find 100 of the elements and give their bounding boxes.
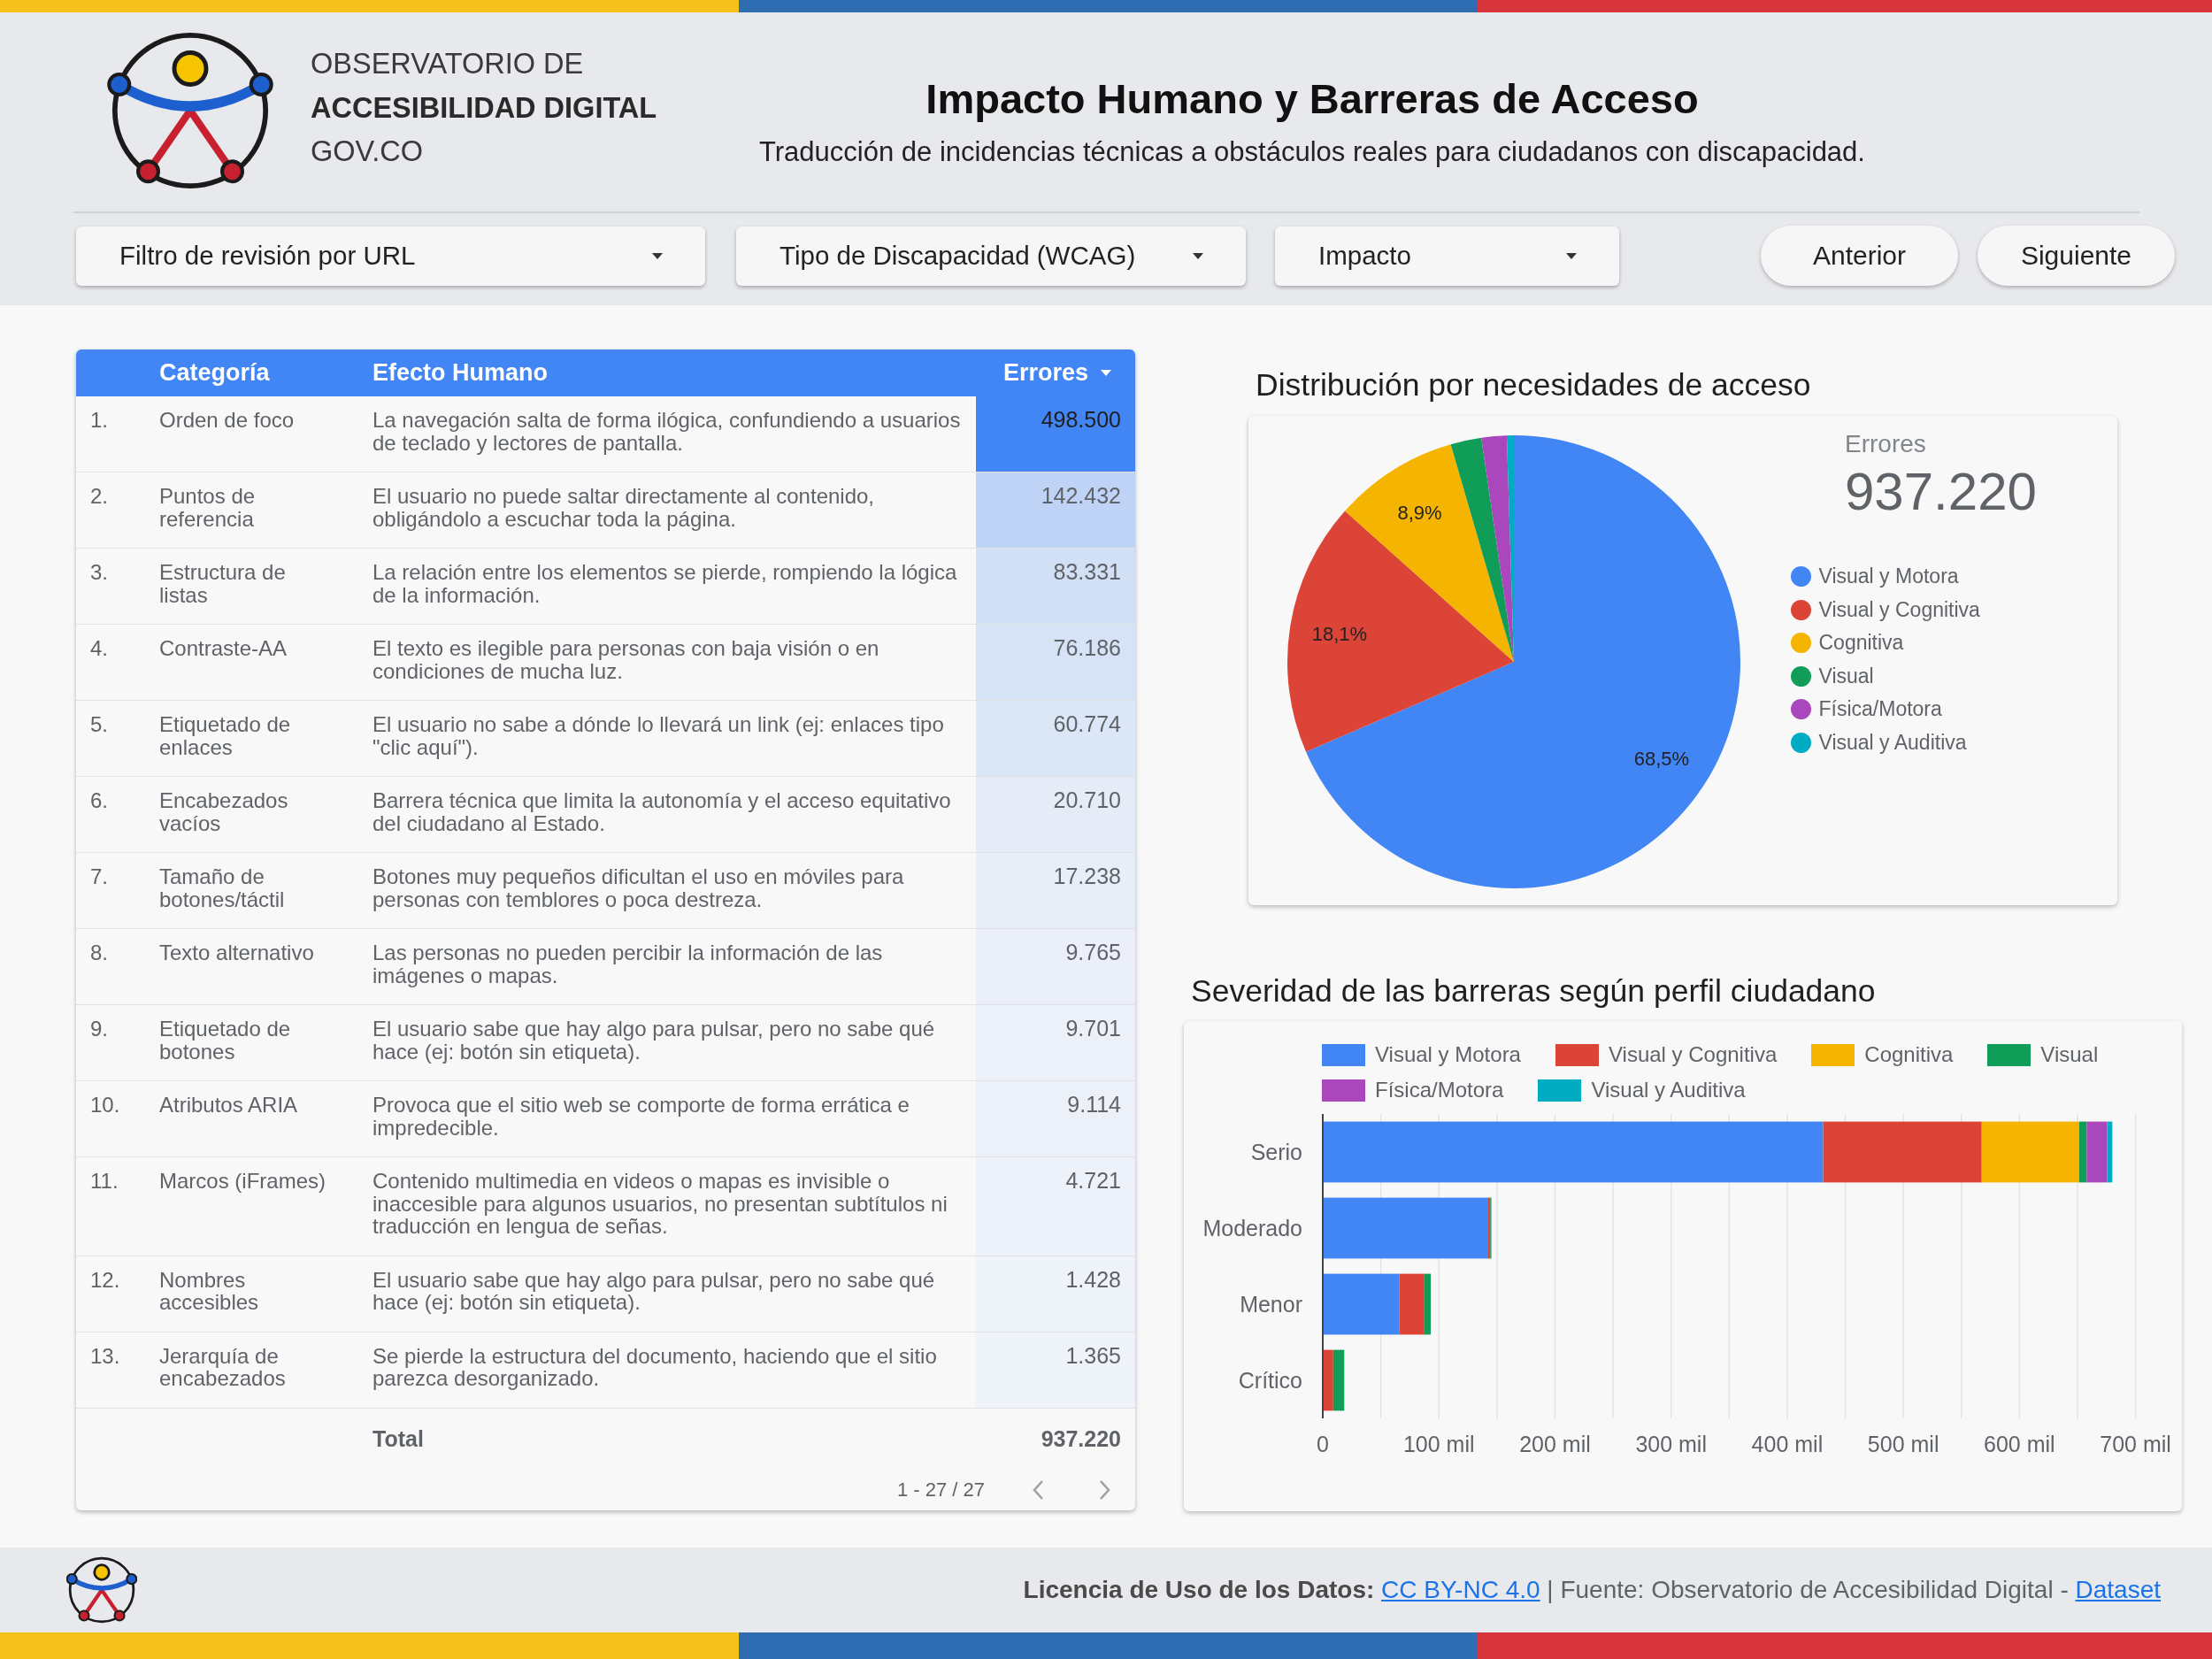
row-number: 1. xyxy=(90,408,108,432)
total-label: Total xyxy=(373,1425,424,1451)
table-cell: Barrera técnica que limita la autonomía y el acceso equitativo del ciudadano al Estado. xyxy=(373,788,951,835)
table-cell: Botones muy pequeños dificultan el uso en móviles para personas con temblores o poca destreza. xyxy=(373,864,904,911)
nav-button[interactable]: Anterior xyxy=(1761,226,1958,286)
caret-down-icon xyxy=(1193,252,1203,259)
pagination-label: 1 - 27 / 27 xyxy=(896,1478,985,1502)
row-number: 13. xyxy=(90,1343,120,1368)
scorecard-value: 937.220 xyxy=(1845,464,2037,520)
table-cell: Atributos ARIA xyxy=(159,1093,298,1117)
column-header[interactable]: Errores xyxy=(1002,359,1088,387)
tick-label: 500 mil xyxy=(1867,1432,1939,1456)
slice-label: 8,9% xyxy=(1397,501,1442,524)
filter-dropdown[interactable]: Impacto xyxy=(1275,226,1619,286)
tick-label: 300 mil xyxy=(1635,1432,1707,1456)
footer-text: Licencia de Uso de los Datos: CC BY-NC 4.0 | Fuente: Observatorio de Accesibilidad Digital - Dataset xyxy=(1023,1576,2161,1604)
chart-title: Severidad de las barreras según perfil ciudadano xyxy=(1191,972,1877,1010)
row-number: 12. xyxy=(90,1267,120,1292)
row-number: 11. xyxy=(90,1169,119,1193)
table-cell: El usuario no sabe a dónde lo llevará un link (ej: enlaces tipo "clic aquí"). xyxy=(373,712,944,759)
tick-label: 600 mil xyxy=(1984,1432,2055,1456)
legend-label: Cognitiva xyxy=(1864,1042,1954,1067)
category-label: Serio xyxy=(1250,1140,1302,1164)
page-title: Impacto Humano y Barreras de Acceso xyxy=(926,75,1699,123)
table-cell: El usuario sabe que hay algo para pulsar, pero no sabe qué hace (ej: botón sin etiqueta). xyxy=(373,1267,935,1314)
table-cell: El usuario no puede saltar directamente al contenido, obligándolo a escuchar toda la página. xyxy=(373,484,875,531)
table-cell: Encabezados vacíos xyxy=(159,788,288,835)
column-header[interactable]: Efecto Humano xyxy=(373,359,549,387)
table-cell: La relación entre los elementos se pierde, rompiendo la lógica de la información. xyxy=(373,560,957,607)
column-header[interactable]: Categoría xyxy=(159,359,270,387)
caret-down-icon xyxy=(652,252,663,259)
tick-label: 200 mil xyxy=(1519,1432,1591,1456)
legend-label: Visual y Motora xyxy=(1375,1042,1521,1067)
table-cell: Etiquetado de enlaces xyxy=(159,712,291,759)
table-cell: Etiquetado de botones xyxy=(159,1017,291,1064)
tick-label: 400 mil xyxy=(1751,1432,1824,1456)
scorecard-label: Errores xyxy=(1845,429,1926,459)
row-number: 2. xyxy=(90,484,108,508)
legend-label: Cognitiva xyxy=(1818,631,1904,656)
legend-label: Visual y Auditiva xyxy=(1818,730,1967,755)
table-cell: El texto es ilegible para personas con baja visión o en condiciones de mucha luz. xyxy=(373,636,879,683)
table-cell: Las personas no pueden percibir la información de las imágenes o mapas. xyxy=(373,941,883,987)
errors-cell: 9.701 xyxy=(976,1005,1135,1080)
table-cell: Provoca que el sitio web se comporte de forma errática e impredecible. xyxy=(373,1093,910,1140)
errors-cell: 9.765 xyxy=(976,929,1135,1004)
previous-page-button[interactable] xyxy=(1032,1479,1044,1501)
table-cell: Nombres accesibles xyxy=(159,1267,259,1314)
table-cell: Texto alternativo xyxy=(159,941,314,964)
row-number: 6. xyxy=(90,788,108,812)
license-link[interactable]: CC BY-NC 4.0 xyxy=(1381,1576,1540,1603)
total-value: 937.220 xyxy=(1041,1425,1121,1451)
row-number: 9. xyxy=(90,1017,108,1041)
legend-label: Física/Motora xyxy=(1818,697,1942,722)
table-cell: Se pierde la estructura del documento, haciendo que el sitio parezca desorganizado. xyxy=(373,1343,937,1390)
chevron-right-icon xyxy=(1099,1479,1111,1501)
legend-label: Visual y Motora xyxy=(1818,565,1959,589)
chevron-left-icon xyxy=(1032,1479,1044,1501)
errors-cell: 9.114 xyxy=(976,1081,1135,1156)
logo-text: ACCESIBILIDAD DIGITAL xyxy=(311,90,657,126)
tick-label: 0 xyxy=(1317,1432,1329,1456)
logo-text: GOV.CO xyxy=(311,134,424,169)
legend-label: Visual xyxy=(1818,664,1874,688)
caret-down-icon xyxy=(1566,252,1577,259)
tick-label: 100 mil xyxy=(1402,1432,1475,1456)
logo-text: OBSERVATORIO DE xyxy=(311,47,584,81)
errors-cell: 142.432 xyxy=(976,472,1135,548)
table-cell: Tamaño de botones/táctil xyxy=(159,864,285,911)
table-cell: Jerarquía de encabezados xyxy=(159,1343,286,1390)
nav-button[interactable]: Siguiente xyxy=(1978,226,2175,286)
filter-dropdown[interactable]: Filtro de revisión por URL xyxy=(76,226,705,286)
table-cell: Orden de foco xyxy=(159,408,295,432)
legend-label: Visual y Auditiva xyxy=(1591,1078,1746,1102)
dataset-link[interactable]: Dataset xyxy=(2075,1576,2161,1603)
legend-label: Visual xyxy=(2040,1042,2099,1067)
errors-cell: 60.774 xyxy=(976,701,1135,776)
errors-cell: 498.500 xyxy=(976,396,1135,472)
table-cell: Puntos de referencia xyxy=(159,484,256,531)
category-label: Crítico xyxy=(1238,1368,1302,1393)
slice-label: 68,5% xyxy=(1633,748,1690,771)
filter-dropdown[interactable]: Tipo de Discapacidad (WCAG) xyxy=(736,226,1246,286)
errors-cell: 20.710 xyxy=(976,777,1135,852)
next-page-button[interactable] xyxy=(1099,1479,1111,1501)
errors-cell: 17.238 xyxy=(976,853,1135,928)
page-subtitle: Traducción de incidencias técnicas a obstáculos reales para ciudadanos con discapacidad. xyxy=(759,135,1865,169)
table-cell: El usuario sabe que hay algo para pulsar, pero no sabe qué hace (ej: botón sin etiqueta). xyxy=(373,1017,935,1064)
slice-label: 18,1% xyxy=(1311,622,1368,645)
row-number: 5. xyxy=(90,712,108,736)
table-cell: La navegación salta de forma ilógica, confundiendo a usuarios de teclado y lectores de pantalla. xyxy=(373,408,961,455)
table-cell: Estructura de listas xyxy=(159,560,286,607)
row-number: 10. xyxy=(90,1093,120,1117)
row-number: 8. xyxy=(90,941,108,964)
table-cell: Contenido multimedia en videos o mapas es invisible o inaccesible para algunos usuarios, no presentan subtítulos ni traducción en lengua de señas. xyxy=(373,1169,948,1238)
tick-label: 700 mil xyxy=(2100,1432,2171,1456)
errors-cell: 83.331 xyxy=(976,549,1135,624)
row-number: 3. xyxy=(90,560,108,584)
errors-cell: 76.186 xyxy=(976,625,1135,700)
row-number: 4. xyxy=(90,636,108,660)
table-cell: Contraste-AA xyxy=(159,636,288,660)
category-label: Menor xyxy=(1240,1292,1302,1317)
legend-label: Visual y Cognitiva xyxy=(1818,597,1980,622)
